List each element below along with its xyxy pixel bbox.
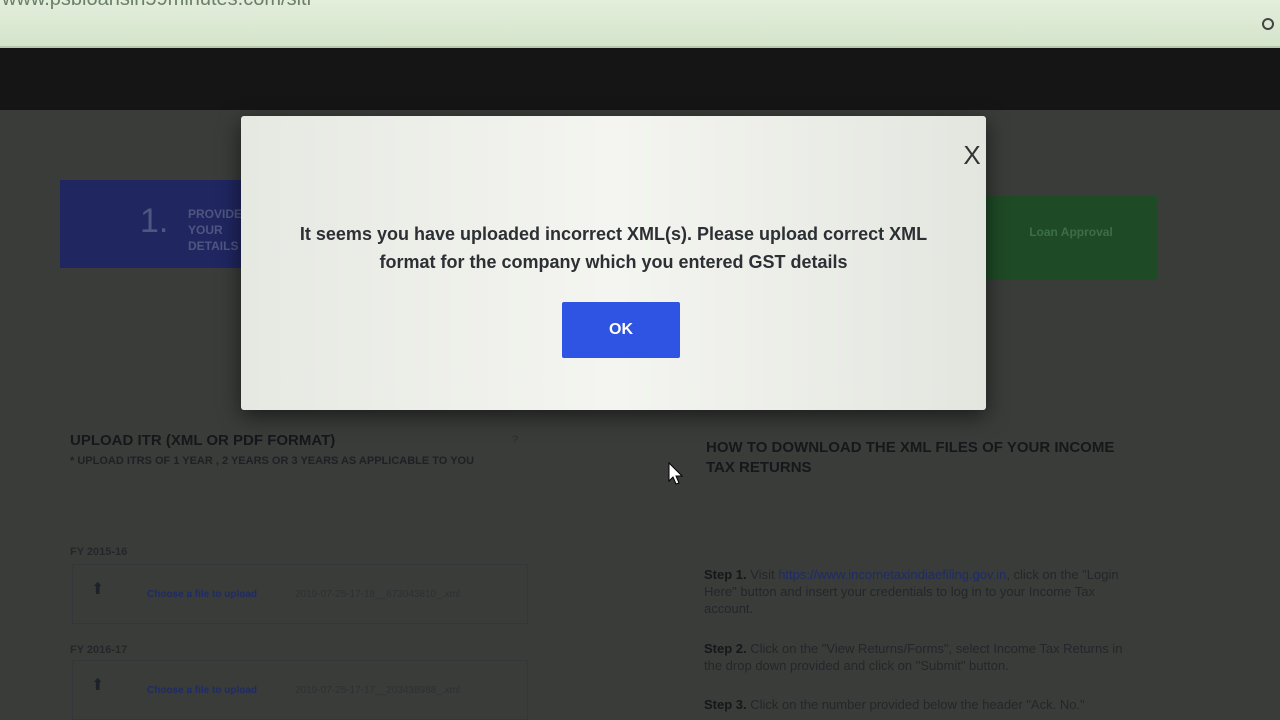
stepper-step-number: 1. [140,202,169,240]
step-text: Click on the number provided below the h… [750,697,1085,712]
fy-label: FY 2016-17 [70,644,128,656]
ok-button[interactable]: OK [562,302,680,358]
error-dialog: X It seems you have uploaded incorrect X… [241,116,986,410]
fy-label: FY 2015-16 [70,546,128,558]
step-label: Step 2. [704,641,747,656]
choose-file-link[interactable]: Choose a file to upload [147,589,257,600]
step-label: Step 1. [704,567,747,582]
step-text: Visit [750,567,775,582]
stepper-approval-label: Loan Approval [1029,225,1113,239]
url-text[interactable]: www.psbloansin59minutes.com/sitr [2,0,313,11]
dialog-message: It seems you have uploaded incorrect XML… [299,224,928,272]
step-text: Click on the "View Returns/Forms", selec… [704,641,1123,673]
file-upload-row[interactable]: ⬆ Choose a file to upload 2019-07-25-17-… [72,564,528,624]
file-name: 2019-07-25-17-17__203438988_.xml [295,685,461,696]
close-icon[interactable]: X [960,140,984,170]
how-to-title: HOW TO DOWNLOAD THE XML FILES OF YOUR IN… [706,439,1115,476]
browser-menu-icon[interactable] [1262,18,1274,30]
step-label: Step 3. [704,697,747,712]
mouse-pointer-icon [668,462,684,485]
income-tax-link[interactable]: https://www.incometaxindiaefiling.gov.in [778,567,1006,582]
upload-subtitle: * UPLOAD ITRS OF 1 YEAR , 2 YEARS OR 3 Y… [70,455,475,467]
stepper-step-approval: Loan Approval [985,196,1157,280]
instruction-step-2: Step 2. Click on the "View Returns/Forms… [704,640,1134,674]
upload-title: UPLOAD ITR (XML OR PDF FORMAT) [70,432,336,449]
upload-arrow-icon[interactable]: ⬆ [91,579,104,599]
instruction-step-1: Step 1. Visit https://www.incometaxindia… [704,566,1134,617]
file-name: 2019-07-25-17-18__673043810_.xml [295,589,461,600]
choose-file-link[interactable]: Choose a file to upload [147,685,257,696]
site-header [0,48,1280,110]
file-upload-row[interactable]: ⬆ Choose a file to upload 2019-07-25-17-… [72,660,528,720]
stepper-step-label: PROVIDE YOUR DETAILS [188,207,243,253]
instruction-step-3: Step 3. Click on the number provided bel… [704,696,1134,713]
browser-address-bar[interactable]: www.psbloansin59minutes.com/sitr [0,0,1280,48]
upload-arrow-icon[interactable]: ⬆ [91,675,104,695]
help-icon[interactable]: ? [512,434,522,448]
